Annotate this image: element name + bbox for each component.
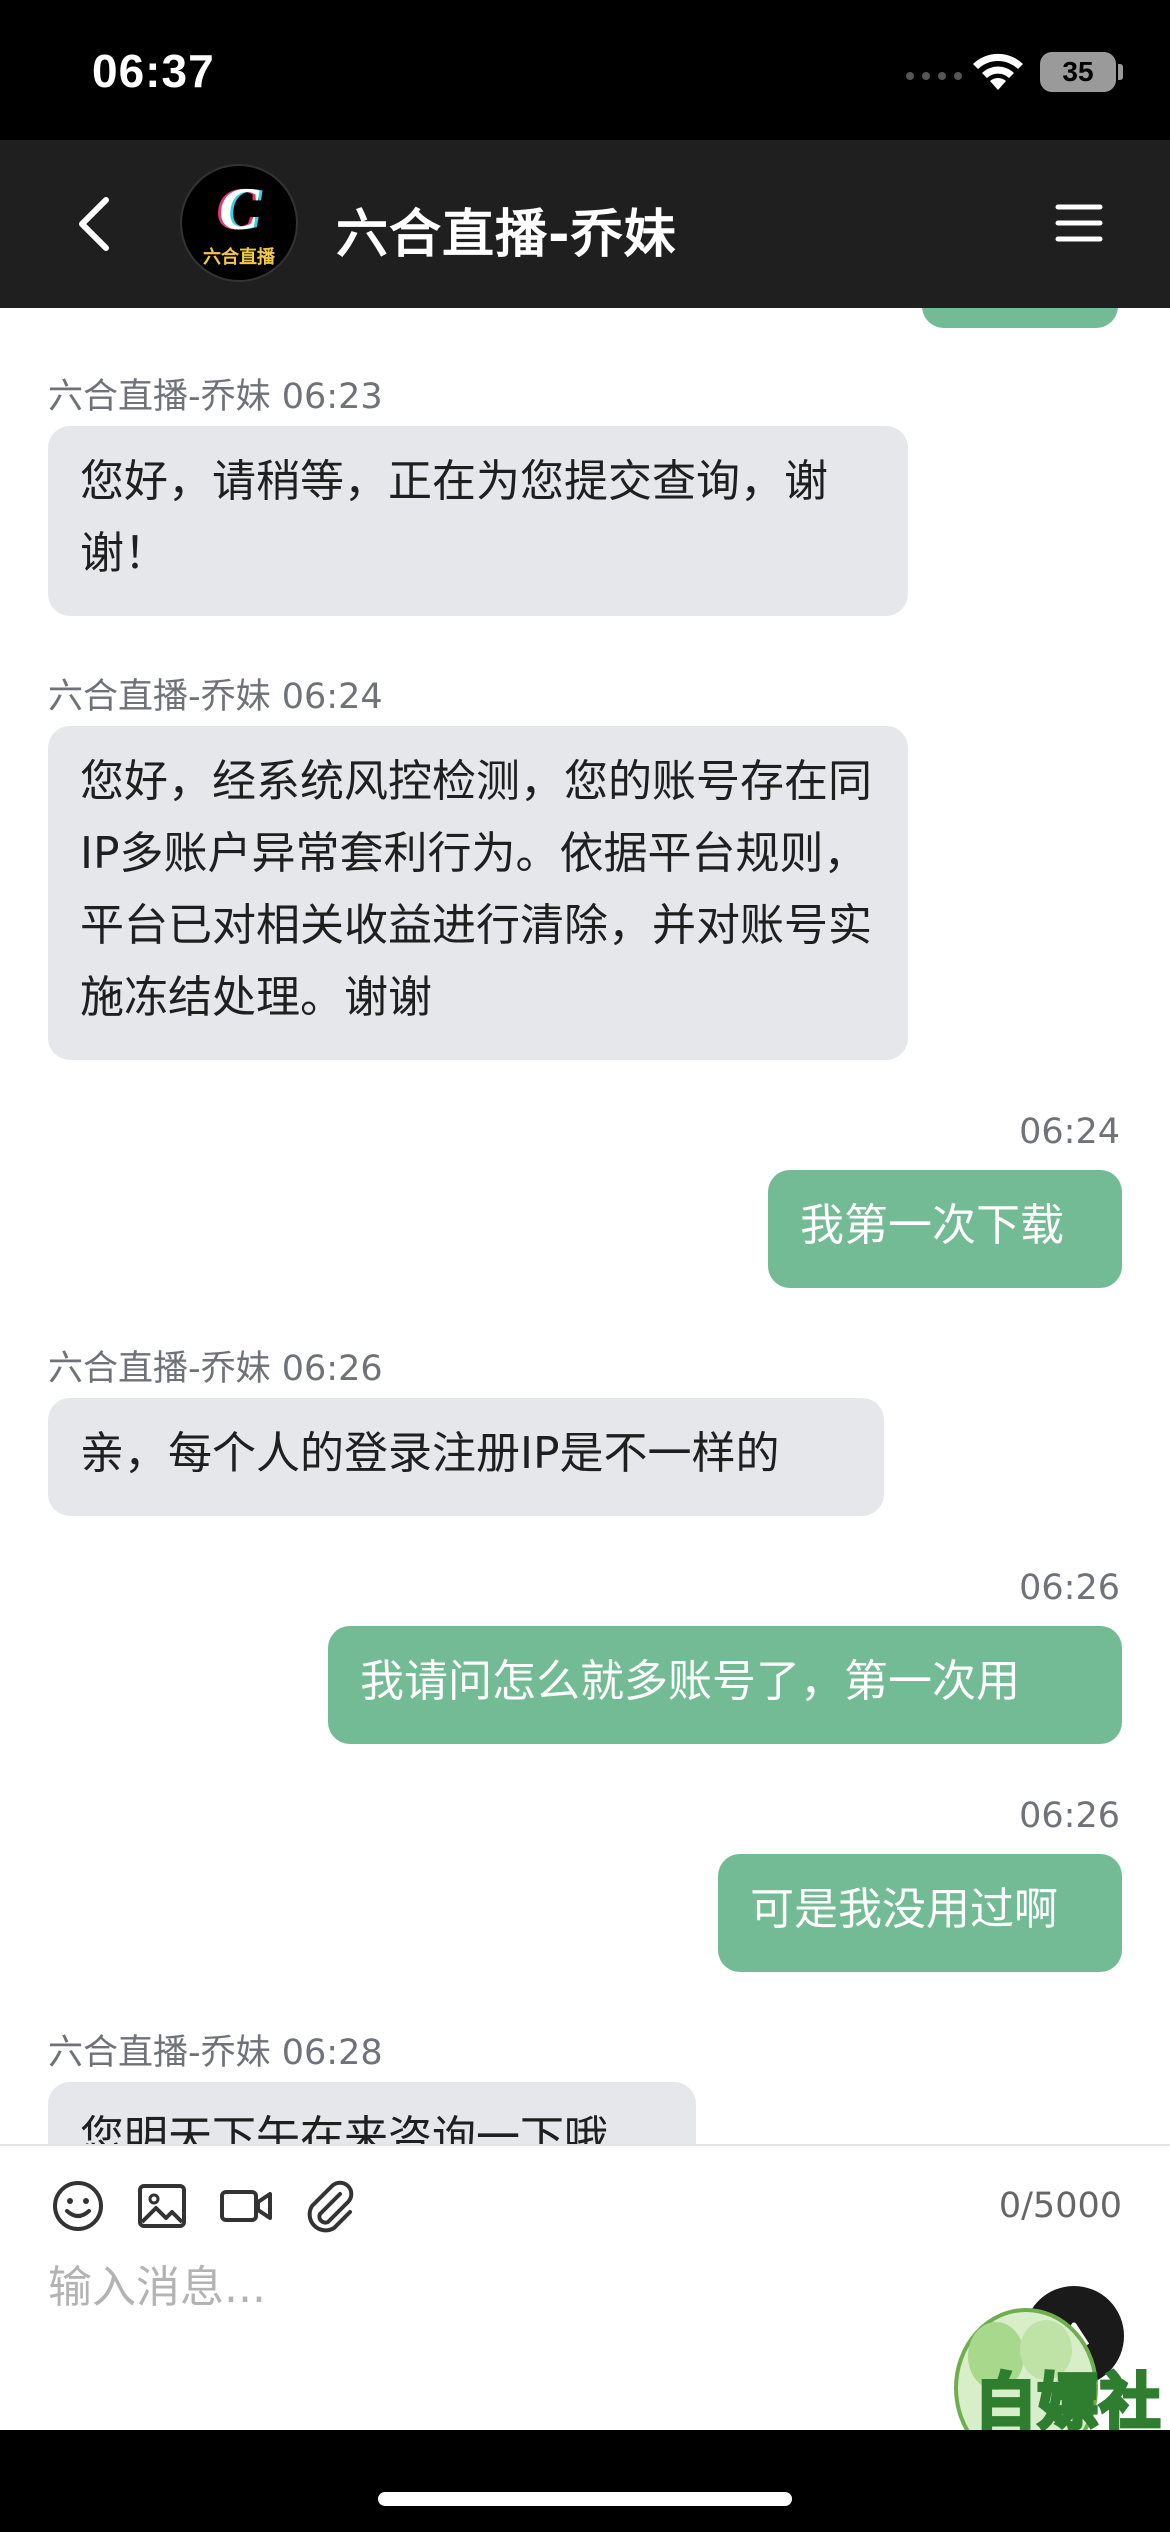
chat-header: C 六合直播 六合直播-乔妹 <box>0 140 1170 308</box>
outgoing-message: 我请问怎么就多账号了，第一次用 <box>328 1626 1122 1744</box>
message-input[interactable] <box>48 2250 948 2324</box>
message-meta: 06:24 <box>1019 1112 1120 1152</box>
brand-logo-icon: C <box>218 176 260 242</box>
message-meta: 六合直播-乔妹 06:26 <box>48 1349 383 1389</box>
video-icon[interactable] <box>216 2176 276 2236</box>
status-time: 06:37 <box>92 45 215 97</box>
menu-icon[interactable] <box>1054 202 1104 244</box>
image-icon[interactable] <box>132 2176 192 2236</box>
incoming-message: 亲，每个人的登录注册IP是不一样的 <box>48 1398 884 1516</box>
message-list[interactable]: 六合直播-乔妹 06:23 您好，请稍等，正在为您提交查询，谢谢！ 六合直播-乔… <box>0 308 1170 2144</box>
outgoing-message: 我第一次下载 <box>768 1170 1122 1288</box>
wifi-icon <box>973 53 1023 90</box>
chat-title: 六合直播-乔妹 <box>336 205 677 265</box>
home-indicator[interactable] <box>378 2492 792 2506</box>
avatar-label: 六合直播 <box>203 247 275 268</box>
message-meta: 六合直播-乔妹 06:23 <box>48 377 383 417</box>
cellular-signal-icon <box>906 72 962 80</box>
incoming-message: 您好，请稍等，正在为您提交查询，谢谢！ <box>48 426 908 616</box>
incoming-message: 您明天下午在来咨询一下哦 <box>48 2082 696 2144</box>
avatar[interactable]: C 六合直播 <box>180 164 298 282</box>
message-meta: 六合直播-乔妹 06:24 <box>48 677 383 717</box>
previous-outgoing-bubble <box>922 308 1118 328</box>
message-meta: 06:26 <box>1019 1568 1120 1608</box>
outgoing-message: 可是我没用过啊 <box>718 1854 1122 1972</box>
battery-level: 35 <box>1040 52 1116 92</box>
message-meta: 06:26 <box>1019 1796 1120 1836</box>
status-bar: 06:37 35 <box>0 0 1170 140</box>
attachment-icon[interactable] <box>300 2176 360 2236</box>
character-counter: 0/5000 <box>998 2186 1122 2226</box>
incoming-message: 您好，经系统风控检测，您的账号存在同IP多账户异常套利行为。依据平台规则，平台已… <box>48 726 908 1060</box>
battery-cap <box>1118 64 1123 80</box>
message-meta: 六合直播-乔妹 06:28 <box>48 2033 383 2073</box>
home-indicator-area <box>0 2430 1170 2532</box>
watermark-text: 白嫖社 <box>974 2366 1162 2440</box>
emoji-icon[interactable] <box>48 2176 108 2236</box>
back-icon[interactable] <box>66 192 126 256</box>
